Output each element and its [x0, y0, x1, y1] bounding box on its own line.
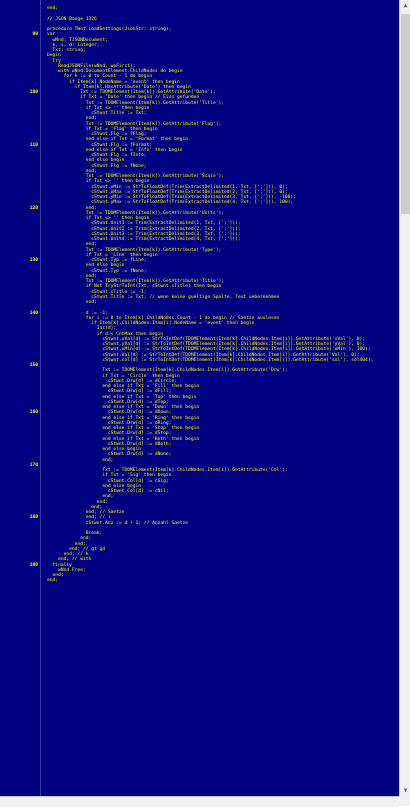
code-text: end;	[47, 578, 59, 584]
code-line[interactable]: end;	[0, 578, 399, 583]
scrollbar-corner	[399, 796, 410, 806]
vertical-scrollbar[interactable]: ▲ ▼	[399, 0, 410, 796]
code-editor[interactable]: end;// JSON Bauge 1326 procedure TWnt.Loa…	[0, 0, 399, 796]
scroll-up-icon[interactable]: ▲	[400, 0, 410, 11]
horizontal-scrollbar[interactable]	[0, 796, 399, 807]
scrollbar-thumb[interactable]	[401, 14, 410, 214]
scroll-down-icon[interactable]: ▼	[400, 785, 410, 796]
code-lines[interactable]: end;// JSON Bauge 1326 procedure TWnt.Loa…	[0, 6, 399, 584]
